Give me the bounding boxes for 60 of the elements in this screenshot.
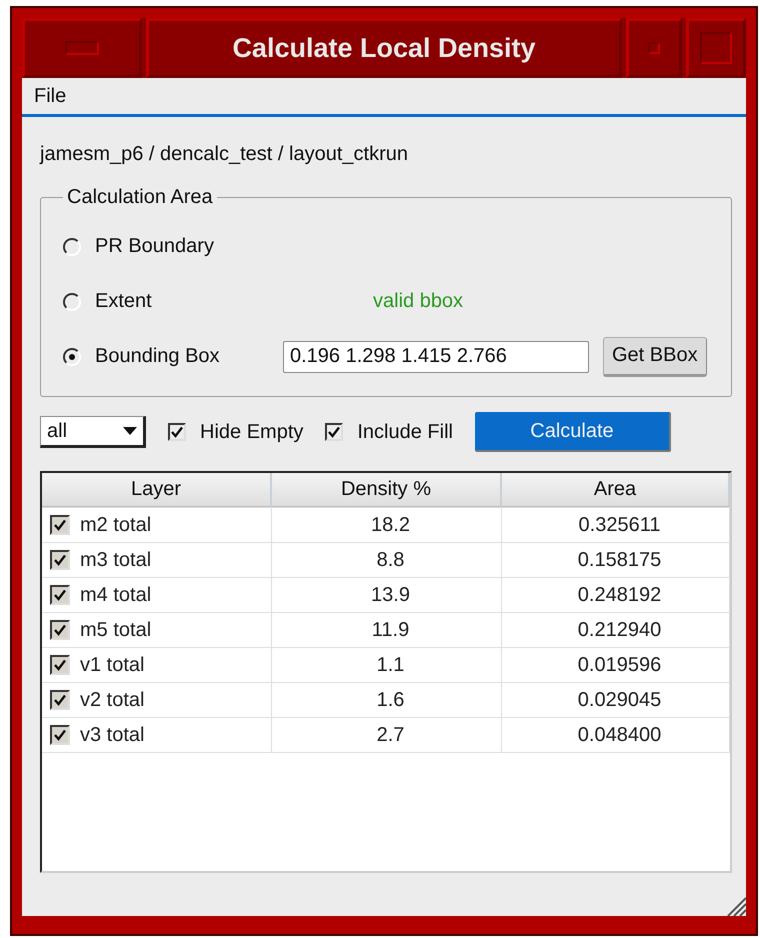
status-text: valid bbox [373, 290, 464, 313]
table-cell: m2 total [80, 514, 152, 536]
table-cell: 8.8 [376, 548, 404, 572]
column-header[interactable]: Layer [42, 473, 272, 507]
checkmark-icon [54, 624, 66, 636]
checkbox[interactable] [50, 690, 70, 710]
checkbox[interactable] [50, 515, 70, 535]
checkbox[interactable] [50, 655, 70, 675]
checkmark-icon [328, 426, 340, 438]
radio-label[interactable]: Bounding Box [95, 345, 220, 368]
table-cell: m3 total [80, 548, 152, 572]
table-cell: 1.1 [376, 654, 404, 676]
table-cell: m4 total [80, 584, 152, 606]
checkmark-icon [54, 729, 66, 741]
caret-icon [123, 427, 137, 435]
group-title: Calculation Area [66, 186, 214, 209]
table-cell: v1 total [80, 654, 144, 676]
table-cell: 0.048400 [578, 724, 662, 746]
checkmark-icon [54, 659, 66, 671]
column-header[interactable]: Area [502, 473, 730, 507]
checkmark-icon [54, 519, 66, 531]
checkbox-label[interactable]: Hide Empty [200, 420, 304, 444]
table-cell: 1.6 [376, 688, 404, 712]
checkmark-icon [54, 589, 66, 601]
table-cell: 18.2 [371, 514, 410, 536]
table-cell: 0.029045 [578, 688, 662, 712]
checkbox[interactable] [50, 620, 70, 640]
table-cell: 11.9 [372, 618, 410, 642]
checkbox-label[interactable]: Include Fill [357, 420, 453, 444]
checkbox[interactable] [50, 550, 70, 570]
table-cell: 0.248192 [578, 584, 662, 606]
checkbox[interactable] [168, 423, 186, 441]
radio-button[interactable] [63, 348, 81, 366]
radio-label[interactable]: Extent [95, 290, 152, 313]
path-text: jamesm_p6 / dencalc_test / layout_ctkrun [40, 143, 409, 166]
checkmark-icon [54, 554, 66, 566]
radio-button[interactable] [63, 238, 81, 256]
column-header[interactable]: Density % [272, 473, 502, 507]
table-cell: v3 total [80, 724, 144, 746]
get-bbox-button[interactable]: Get BBox [603, 336, 707, 376]
table-cell: 0.158175 [578, 548, 662, 572]
checkmark-icon [54, 694, 66, 706]
checkbox[interactable] [325, 423, 344, 441]
table-cell: m5 total [80, 618, 152, 642]
table-cell: 0.325611 [578, 514, 660, 536]
table-cell: 13.9 [371, 584, 410, 606]
menu-item[interactable]: File [34, 84, 66, 108]
table-cell: 2.7 [376, 724, 404, 746]
checkbox[interactable] [50, 585, 70, 605]
bbox-input-field[interactable]: 0.196 1.298 1.415 2.766 [283, 340, 589, 372]
layer-filter-dropdown[interactable]: all [40, 416, 146, 448]
radio-label[interactable]: PR Boundary [95, 235, 214, 258]
checkmark-icon [171, 426, 183, 438]
radio-button[interactable] [63, 292, 81, 310]
calculate-button[interactable]: Calculate [474, 412, 671, 452]
window-title: Calculate Local Density [146, 18, 622, 78]
checkbox[interactable] [50, 725, 70, 745]
table-cell: v2 total [80, 688, 144, 712]
table-cell: 0.212940 [578, 618, 662, 642]
table-cell: 0.019596 [578, 654, 662, 676]
